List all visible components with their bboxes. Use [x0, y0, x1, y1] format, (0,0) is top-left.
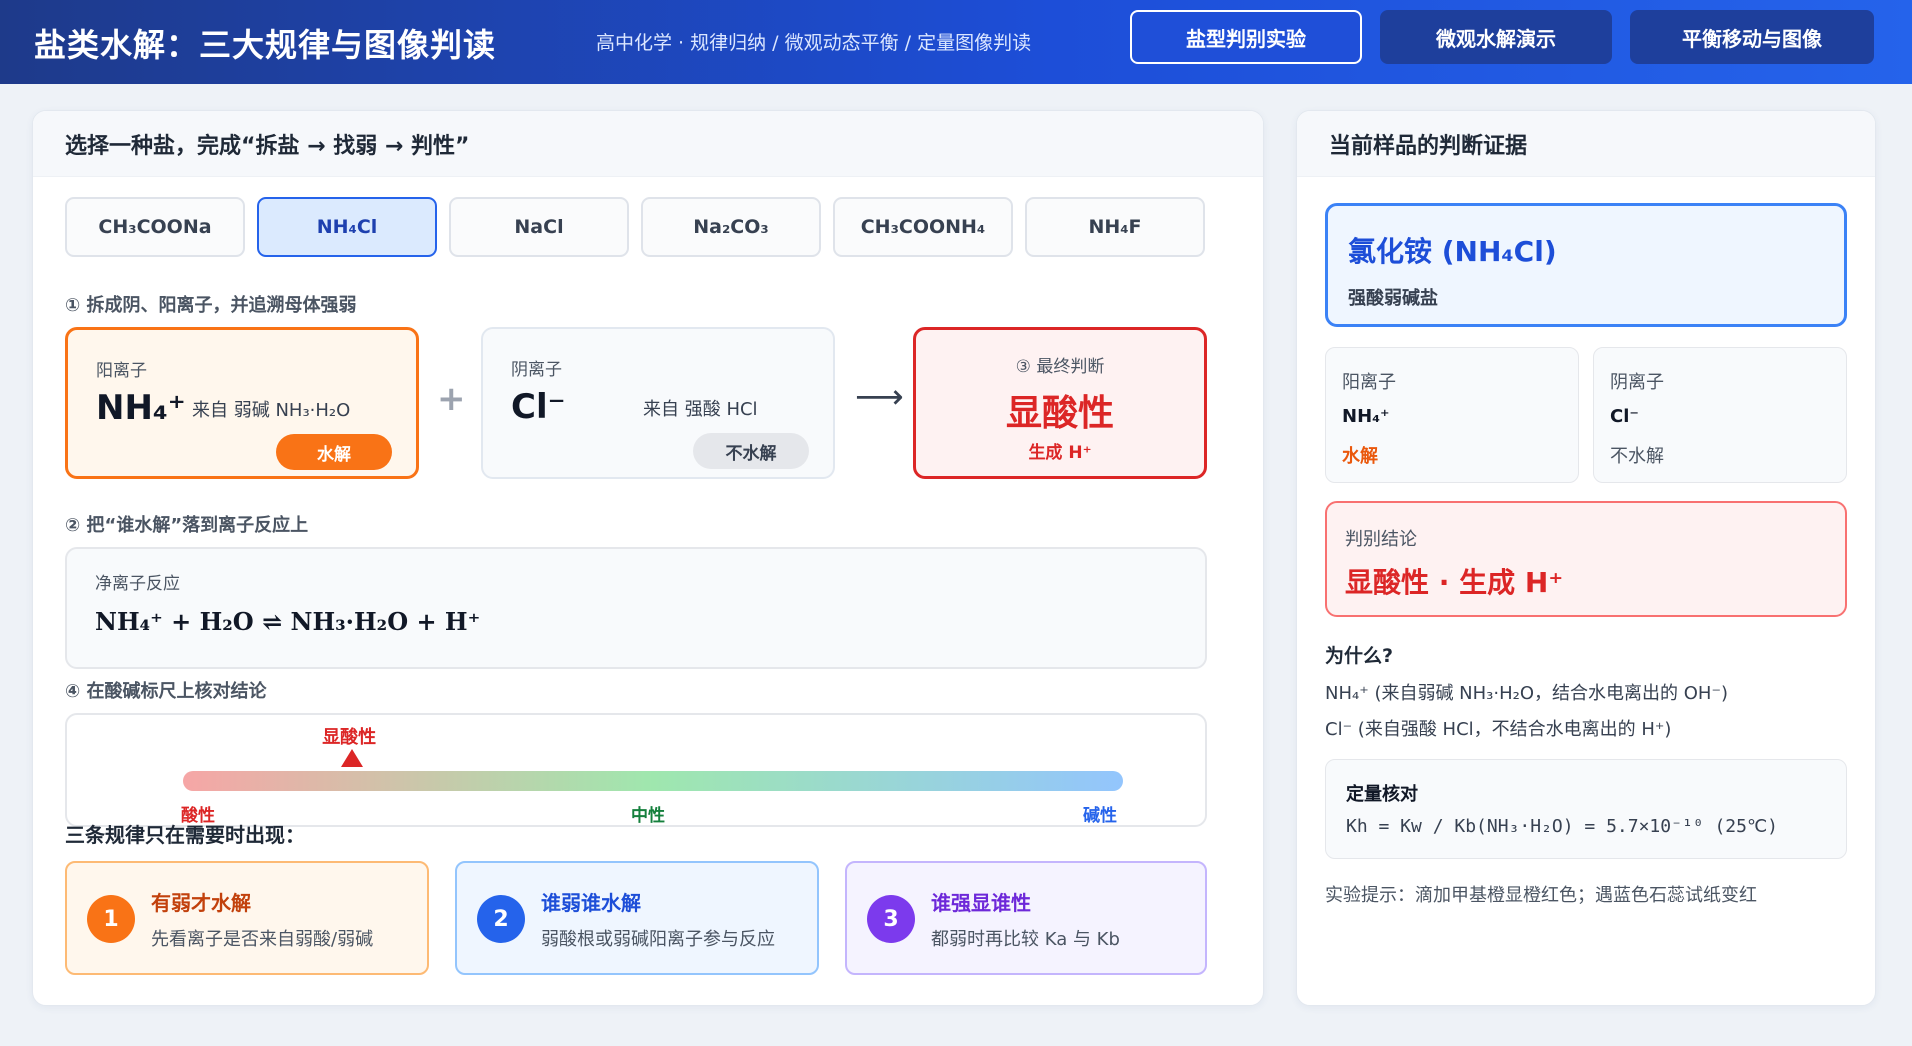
evidence-cation-status: 水解: [1342, 446, 1378, 467]
evidence-cation-card: 阳离子 NH₄⁺ 水解: [1325, 347, 1579, 483]
rule-desc-2: 弱酸根或弱碱阳离子参与反应: [541, 929, 775, 950]
step-ionic-reaction: ② 把“谁水解”落到离子反应上: [65, 515, 309, 536]
anion-formula: Cl⁻: [511, 387, 566, 427]
step-ph-scale: ④ 在酸碱标尺上核对结论: [65, 681, 267, 702]
cation-origin: 来自 弱碱 NH₃·H₂O: [192, 400, 351, 421]
rule-number-3: 3: [867, 895, 915, 943]
acid-base-scale: 显酸性 酸性 中性 碱性: [65, 713, 1207, 827]
scale-tick-basic: 碱性: [1083, 806, 1117, 826]
compound-type: 强酸弱碱盐: [1348, 288, 1438, 309]
app-title: 盐类水解：三大规律与图像判读: [34, 26, 497, 64]
rule-title-2: 谁弱谁水解: [541, 891, 641, 915]
rule-number-2: 2: [477, 895, 525, 943]
salt-option-nacl[interactable]: NaCl: [449, 197, 629, 257]
quantitative-check-card: 定量核对 Kh = Kw / Kb(NH₃·H₂O) = 5.7×10⁻¹⁰ (…: [1325, 759, 1847, 859]
evidence-anion-caption: 阴离子: [1610, 372, 1664, 393]
anion-origin: 来自 强酸 HCl: [643, 399, 758, 420]
nav-micro-hydrolysis[interactable]: 微观水解演示: [1380, 10, 1612, 64]
evidence-panel: 当前样品的判断证据 氯化铵 (NH₄Cl) 强酸弱碱盐 阳离子 NH₄⁺ 水解 …: [1296, 110, 1876, 1006]
reaction-caption: 净离子反应: [95, 574, 180, 594]
scale-marker-triangle-icon: [341, 749, 364, 767]
compound-name: 氯化铵 (NH₄Cl): [1348, 235, 1557, 268]
verdict-caption: ③ 最终判断: [1015, 357, 1105, 377]
experiment-tip: 实验提示：滴加甲基橙显橙红色；遇蓝色石蕊试纸变红: [1325, 885, 1757, 906]
evidence-cation-caption: 阳离子: [1342, 372, 1396, 393]
why-line-anion: Cl⁻ (来自强酸 HCl，不结合水电离出的 H⁺): [1325, 719, 1672, 740]
arrow-icon: ⟶: [855, 377, 904, 417]
evidence-anion-status: 不水解: [1610, 446, 1664, 467]
scale-gradient-bar: [183, 771, 1123, 791]
why-line-cation: NH₄⁺ (来自弱碱 NH₃·H₂O，结合水电离出的 OH⁻): [1325, 683, 1728, 704]
why-title: 为什么?: [1325, 645, 1394, 667]
quant-formula: Kh = Kw / Kb(NH₃·H₂O) = 5.7×10⁻¹⁰ (25℃): [1346, 816, 1779, 837]
anion-caption: 阴离子: [511, 360, 562, 380]
cation-formula: NH₄⁺: [96, 388, 186, 428]
evidence-cation-ion: NH₄⁺: [1342, 406, 1390, 427]
rule-number-1: 1: [87, 895, 135, 943]
anion-hydrolysis-badge: 不水解: [693, 433, 809, 469]
rule-title-3: 谁强显谁性: [931, 891, 1031, 915]
rules-title: 三条规律只在需要时出现：: [65, 823, 305, 847]
anion-card: 阴离子 Cl⁻ 来自 强酸 HCl 不水解: [481, 327, 835, 479]
cation-caption: 阳离子: [96, 361, 147, 381]
cation-card: 阳离子 NH₄⁺ 来自 弱碱 NH₃·H₂O 水解: [65, 327, 419, 479]
step-split-ions: ① 拆成阴、阳离子，并追溯母体强弱: [65, 295, 357, 316]
conclusion-value: 显酸性 · 生成 H⁺: [1345, 566, 1564, 599]
rule-card-3: 3 谁强显谁性 都弱时再比较 Ka 与 Kb: [845, 861, 1207, 975]
salt-analysis-panel: 选择一种盐，完成“拆盐 → 找弱 → 判性” CH₃COONa NH₄Cl Na…: [32, 110, 1264, 1006]
salt-option-nh4cl[interactable]: NH₄Cl: [257, 197, 437, 257]
quant-caption: 定量核对: [1346, 784, 1418, 805]
conclusion-caption: 判别结论: [1345, 529, 1417, 550]
net-ionic-equation: NH₄⁺ + H₂O ⇌ NH₃·H₂O + H⁺: [95, 607, 481, 636]
salt-option-nh4f[interactable]: NH₄F: [1025, 197, 1205, 257]
final-verdict-card: ③ 最终判断 显酸性 生成 H⁺: [913, 327, 1207, 479]
evidence-panel-title: 当前样品的判断证据: [1297, 111, 1875, 177]
reaction-box: 净离子反应 NH₄⁺ + H₂O ⇌ NH₃·H₂O + H⁺: [65, 547, 1207, 669]
rule-desc-1: 先看离子是否来自弱酸/弱碱: [151, 929, 374, 950]
scale-marker-label: 显酸性: [322, 727, 377, 748]
salt-option-na2co3[interactable]: Na₂CO₃: [641, 197, 821, 257]
evidence-anion-card: 阴离子 Cl⁻ 不水解: [1593, 347, 1847, 483]
panel-title: 选择一种盐，完成“拆盐 → 找弱 → 判性”: [33, 111, 1263, 177]
rule-desc-3: 都弱时再比较 Ka 与 Kb: [931, 929, 1120, 950]
nav-salt-experiment[interactable]: 盐型判别实验: [1130, 10, 1362, 64]
verdict-detail: 生成 H⁺: [1028, 443, 1092, 463]
conclusion-card: 判别结论 显酸性 · 生成 H⁺: [1325, 501, 1847, 617]
app-header: 盐类水解：三大规律与图像判读 高中化学 · 规律归纳 / 微观动态平衡 / 定量…: [0, 0, 1912, 84]
salt-option-ch3coonh4[interactable]: CH₃COONH₄: [833, 197, 1013, 257]
app-subtitle: 高中化学 · 规律归纳 / 微观动态平衡 / 定量图像判读: [596, 32, 1032, 54]
compound-card: 氯化铵 (NH₄Cl) 强酸弱碱盐: [1325, 203, 1847, 327]
salt-option-ch3coona[interactable]: CH₃COONa: [65, 197, 245, 257]
rule-card-2: 2 谁弱谁水解 弱酸根或弱碱阳离子参与反应: [455, 861, 819, 975]
plus-sign: +: [437, 379, 466, 419]
rule-title-1: 有弱才水解: [151, 891, 251, 915]
evidence-anion-ion: Cl⁻: [1610, 406, 1639, 427]
nav-equilibrium-chart[interactable]: 平衡移动与图像: [1630, 10, 1874, 64]
rule-card-1: 1 有弱才水解 先看离子是否来自弱酸/弱碱: [65, 861, 429, 975]
cation-hydrolysis-badge: 水解: [276, 434, 392, 470]
scale-tick-neutral: 中性: [631, 806, 665, 826]
verdict-value: 显酸性: [1005, 393, 1114, 434]
